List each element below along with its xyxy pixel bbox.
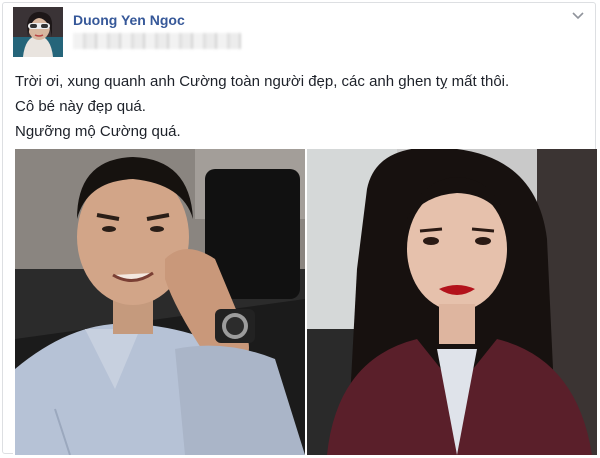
post-text-line: Cô bé này đẹp quá. [15,98,146,115]
photo-man[interactable] [15,149,305,455]
facebook-post: Duong Yen Ngoc Trời ơi, xung quanh anh C… [2,2,597,455]
post-text-line: Ngưỡng mộ Cường quá. [15,123,181,140]
photo-attachment [13,149,597,455]
author-name[interactable]: Duong Yen Ngoc [73,12,185,28]
blurred-timestamp [73,33,241,49]
post-text-line: Trời ơi, xung quanh anh Cường toàn người… [15,73,510,90]
avatar[interactable] [13,7,63,57]
post-text: Trời ơi, xung quanh anh Cường toàn người… [15,69,585,144]
chevron-down-icon[interactable] [571,9,585,21]
photo-woman[interactable] [307,149,597,455]
